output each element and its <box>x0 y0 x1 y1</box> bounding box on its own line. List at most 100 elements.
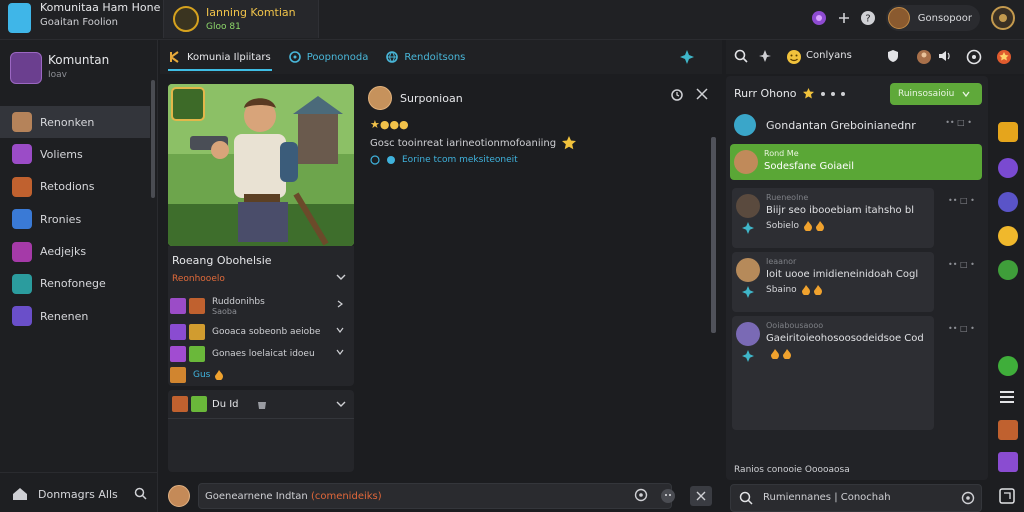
rail-planet-icon[interactable] <box>998 192 1018 212</box>
profile-icon[interactable] <box>916 49 932 65</box>
sidebar-item[interactable]: Aedjejks <box>0 236 150 268</box>
comment-input[interactable]: Goenearnene Indtan (comenideiks) <box>198 483 672 509</box>
emoji-icon[interactable] <box>961 491 975 505</box>
rail-leaf-icon[interactable] <box>998 260 1018 280</box>
close-icon[interactable] <box>696 88 708 100</box>
emoji-icon[interactable] <box>634 488 648 502</box>
search-icon[interactable] <box>739 491 753 505</box>
settings-icon[interactable] <box>990 5 1016 31</box>
rail-smile-icon[interactable] <box>998 226 1018 246</box>
sidebar-item[interactable]: Renonken <box>0 106 150 138</box>
mod-sublabel: Saoba <box>212 306 237 316</box>
sidebar-item[interactable]: Voliems <box>0 138 150 170</box>
sidebar-item[interactable]: Renofonege <box>0 268 150 300</box>
mod-row[interactable]: Gooaca sobeonb aeiobe <box>170 322 350 342</box>
message-tools[interactable]: •• □ • <box>948 260 975 269</box>
chat-message[interactable]: Rueneolne Biijr seo ibooebiam itahsho bl S… <box>732 188 934 248</box>
sidebar-item[interactable]: Retodions <box>0 171 150 203</box>
server-icon <box>173 6 199 32</box>
main-scrollbar[interactable] <box>711 137 716 333</box>
chevron-down-icon[interactable] <box>336 400 346 408</box>
chat-input-bar: Rumiennanes | Conochah <box>730 484 982 512</box>
reaction-icon[interactable] <box>742 286 754 298</box>
chat-toolbar-label[interactable]: Conlyans <box>806 50 852 61</box>
chat-message-highlighted[interactable]: Rond Me Sodesfane Goiaeil <box>730 144 982 180</box>
reaction-icon[interactable] <box>742 350 754 362</box>
search-icon[interactable] <box>734 49 748 63</box>
rail-game-icon[interactable] <box>998 420 1018 440</box>
chevron-down-icon[interactable] <box>336 348 344 356</box>
rail-discord-icon[interactable] <box>998 158 1018 178</box>
tab-recommendations[interactable]: Rendoitsons <box>377 40 474 74</box>
home-icon[interactable] <box>12 487 28 501</box>
post-link-row[interactable]: Eorine tcom meksiteoneit <box>370 155 518 165</box>
message-reactions[interactable]: Sbaino <box>766 285 823 295</box>
server-selector[interactable]: Ianning Komtian Gloo 81 <box>163 0 319 38</box>
sidebar-item[interactable]: Renenen <box>0 300 150 332</box>
message-tools[interactable]: •• □ • <box>945 118 972 127</box>
send-button[interactable] <box>690 486 712 506</box>
pin-icon[interactable] <box>758 49 772 63</box>
sticker-icon[interactable] <box>660 488 676 504</box>
history-icon[interactable] <box>670 88 684 102</box>
post-link[interactable]: Eorine tcom meksiteoneit <box>402 155 518 165</box>
star-icon <box>562 136 577 150</box>
message-reactions[interactable]: Sobielo <box>766 221 825 231</box>
message-tools[interactable]: •• □ • <box>948 196 975 205</box>
sidebar-scrollbar[interactable] <box>151 80 155 198</box>
reward-icon[interactable] <box>996 49 1012 65</box>
top-bar: Komunitaa Ham Hone Goaitan Foolion Ianni… <box>0 0 1024 40</box>
user-avatar <box>887 7 910 29</box>
post-card-footer-label: Du Id <box>212 399 239 410</box>
pinned-text: Gondantan Greboinianednr <box>766 118 916 132</box>
smile-icon[interactable] <box>786 49 802 65</box>
flame-icon <box>801 285 811 295</box>
tab-community[interactable]: Komunia Ilpiitars <box>160 40 280 74</box>
rail-game-icon[interactable] <box>998 452 1018 472</box>
compass-icon <box>288 51 301 63</box>
bag-icon[interactable] <box>256 398 268 410</box>
help-icon[interactable]: ? <box>860 10 876 26</box>
mod-row[interactable]: Ruddonihbs Saoba <box>170 296 350 316</box>
mod-thumb <box>189 298 205 314</box>
chat-input[interactable]: Rumiennanes | Conochah <box>763 492 891 503</box>
search-icon[interactable] <box>134 487 147 500</box>
mod-row[interactable]: Gus <box>170 365 350 385</box>
chevron-down-icon[interactable] <box>336 273 346 281</box>
post-body: Gosc tooinreat iarineotionmofoaniing <box>370 136 577 150</box>
post-reactions[interactable]: ★●●● <box>370 118 409 131</box>
app-logo[interactable] <box>8 3 31 33</box>
more-icon[interactable] <box>820 91 846 97</box>
chat-message[interactable]: Ieaanor Ioit uooe imidieneinidoah Cogl Sba… <box>732 252 934 312</box>
rail-quest-icon[interactable] <box>998 122 1018 142</box>
reaction-icon[interactable] <box>742 222 754 234</box>
message-reactions[interactable] <box>766 349 792 359</box>
gem-icon[interactable] <box>810 9 828 27</box>
message-tools[interactable]: •• □ • <box>948 324 975 333</box>
rail-expand-icon[interactable] <box>999 488 1015 504</box>
sidebar-item[interactable]: Rronies <box>0 203 150 235</box>
rail-add-icon[interactable] <box>998 356 1018 376</box>
sidebar-item-label: Renofonege <box>40 277 106 291</box>
right-rail <box>990 76 1024 512</box>
post-author-avatar[interactable] <box>368 86 392 110</box>
shield-icon[interactable] <box>886 49 900 63</box>
chevron-right-icon[interactable] <box>336 300 344 308</box>
post-image[interactable] <box>168 84 354 246</box>
post-author-name[interactable]: Surponioan <box>400 92 463 105</box>
chat-message[interactable]: Ooiabousaooo Gaeiritoieohosoosodeidsoe Co… <box>732 316 934 430</box>
tab-popular[interactable]: Poopnonoda <box>280 40 378 74</box>
sparkle-icon[interactable] <box>680 50 694 64</box>
pinned-message[interactable]: Gondantan Greboinianednr •• □ • <box>734 112 984 138</box>
globe-settings-icon[interactable] <box>966 49 982 65</box>
user-menu[interactable]: Gonsopoor <box>885 5 980 31</box>
audio-icon[interactable] <box>938 50 952 62</box>
message-author: Ooiabousaooo <box>766 321 824 330</box>
chevron-down-icon[interactable] <box>336 326 344 334</box>
community-avatar[interactable] <box>10 52 42 84</box>
sidebar-footer-label[interactable]: Donmagrs Alls <box>38 488 118 501</box>
join-chat-button[interactable]: Ruinsosaioiu <box>890 83 982 105</box>
mod-row[interactable]: Gonaes loelaicat idoeu <box>170 344 350 364</box>
add-icon[interactable] <box>838 12 850 24</box>
rail-list-icon[interactable] <box>999 390 1015 404</box>
